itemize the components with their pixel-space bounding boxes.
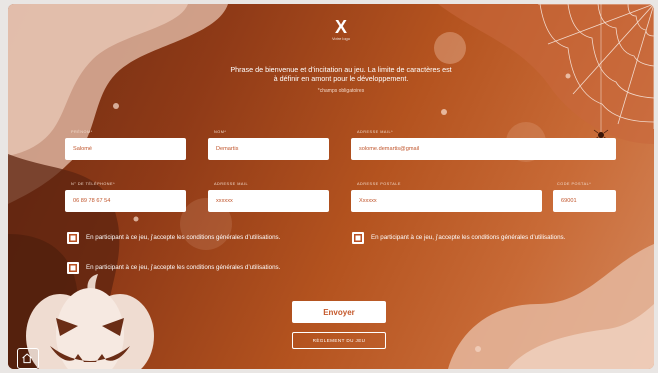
rules-button[interactable]: RÈGLEMENT DU JEU [292, 332, 386, 349]
submit-button[interactable]: Envoyer [292, 301, 386, 323]
email-label: Adresse mail* [357, 130, 394, 134]
consent-checkbox-3[interactable] [67, 262, 79, 274]
consent-checkbox-2[interactable] [352, 232, 364, 244]
email-secondary-label: Adresse mail [214, 182, 249, 186]
logo-mark: X [334, 17, 347, 37]
postal-address-label: Adresse postale [357, 182, 401, 186]
phone-label: N° de téléphone* [71, 182, 116, 186]
intro-text: Phrase de bienvenue et d’incitation au j… [208, 65, 474, 83]
pumpkin-icon [26, 274, 154, 369]
postal-code-input[interactable] [553, 190, 616, 212]
email-input[interactable] [351, 138, 616, 160]
game-form-page: X Votre logo Phrase de bienvenue et d’in… [8, 4, 654, 369]
consent-checkbox-1[interactable] [67, 232, 79, 244]
logo: X Votre logo [321, 18, 361, 42]
spiderweb-icon [538, 4, 654, 141]
home-icon [22, 353, 32, 364]
consent-text-3: En participant à ce jeu, j’accepte les c… [86, 264, 281, 271]
email-secondary-input[interactable] [208, 190, 329, 212]
firstname-label: Prénom* [71, 130, 93, 134]
intro-line-2: à définir en amont pour le développement… [273, 74, 409, 83]
home-button[interactable] [17, 348, 39, 369]
postal-code-label: Code postal* [557, 182, 592, 186]
firstname-input[interactable] [65, 138, 186, 160]
postal-address-input[interactable] [351, 190, 542, 212]
consent-text-2: En participant à ce jeu, j’accepte les c… [371, 234, 566, 241]
required-note: *champs obligatoires [317, 88, 365, 94]
logo-caption: Votre logo [331, 36, 350, 41]
phone-input[interactable] [65, 190, 186, 212]
lastname-input[interactable] [208, 138, 329, 160]
intro-line-1: Phrase de bienvenue et d’incitation au j… [230, 65, 452, 74]
consent-text-1: En participant à ce jeu, j’accepte les c… [86, 234, 281, 241]
lastname-label: Nom* [214, 130, 227, 134]
